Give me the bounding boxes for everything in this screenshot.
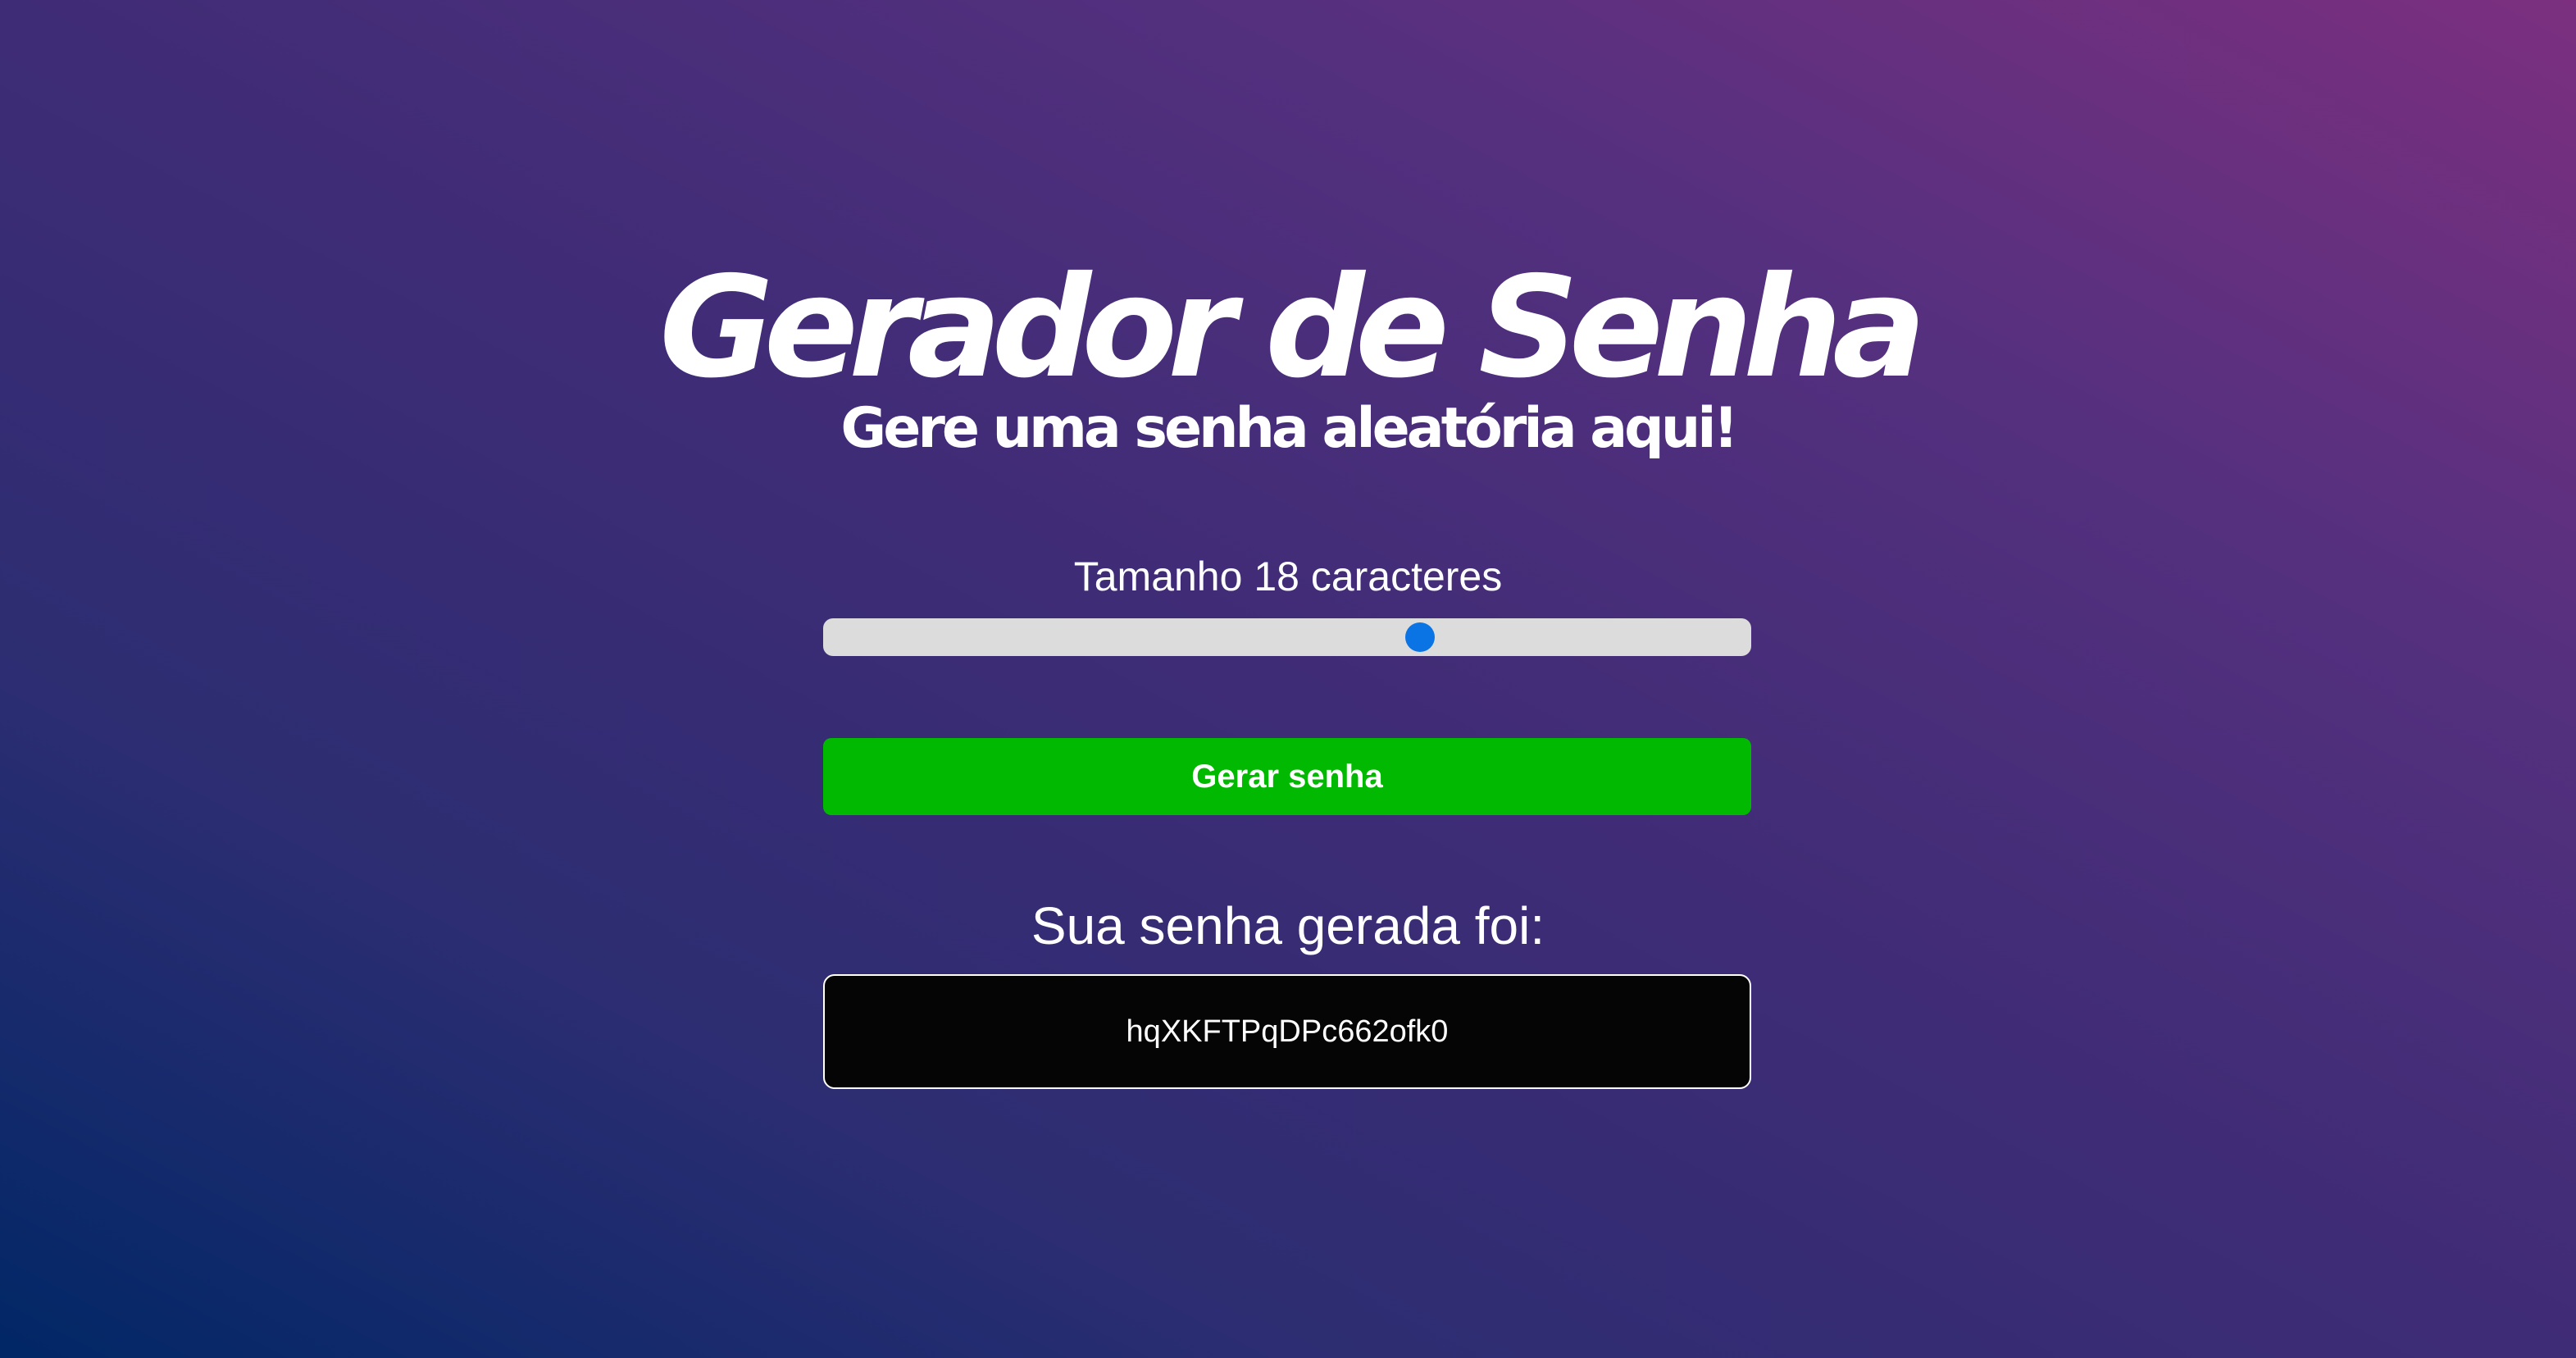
length-label: Tamanho 18 caracteres: [1073, 554, 1503, 599]
length-slider[interactable]: [823, 618, 1751, 656]
page-subtitle: Gere uma senha aleatória aqui!: [840, 396, 1738, 461]
password-generator-page: Gerador de Senha Gere uma senha aleatóri…: [0, 0, 2576, 1358]
generated-password-field[interactable]: hqXKFTPqDPc662ofk0: [823, 974, 1751, 1089]
page-title: Gerador de Senha: [659, 247, 1927, 409]
slider-thumb[interactable]: [1404, 622, 1435, 652]
generate-password-button[interactable]: Gerar senha: [823, 738, 1751, 815]
result-heading: Sua senha gerada foi:: [1031, 896, 1545, 955]
